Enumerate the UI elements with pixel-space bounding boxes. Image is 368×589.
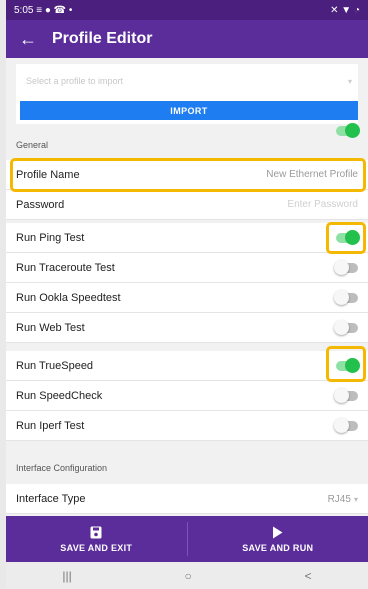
general-header-label: General: [16, 140, 49, 150]
toggle-row-truespeed[interactable]: Run TrueSpeed: [6, 351, 368, 381]
truespeed-toggle[interactable]: [336, 357, 360, 373]
dropdown-arrow-icon: ▾: [347, 76, 352, 86]
general-section-header: General: [6, 132, 368, 158]
ping-toggle[interactable]: [336, 229, 360, 245]
save-icon: [90, 525, 102, 539]
interface-header-label: Interface Configuration: [16, 463, 108, 473]
play-icon: [272, 525, 283, 539]
toggle-label: Run Traceroute Test: [16, 261, 115, 274]
toggle-row-speedcheck[interactable]: Run SpeedCheck: [6, 381, 368, 411]
dropdown-arrow-icon: ▾: [353, 494, 358, 504]
interface-type-label: Interface Type: [16, 492, 86, 505]
toggle-row-ookla[interactable]: Run Ookla Speedtest: [6, 283, 368, 313]
toggle-label: Run Ping Test: [16, 231, 85, 244]
toggle-row-traceroute[interactable]: Run Traceroute Test: [6, 253, 368, 283]
profile-name-label: Profile Name: [16, 168, 80, 181]
speedcheck-toggle[interactable]: [334, 387, 358, 403]
toggle-row-iperf[interactable]: Run Iperf Test: [6, 411, 368, 441]
back-arrow-icon[interactable]: ←: [6, 29, 50, 50]
save-and-exit-button[interactable]: SAVE AND EXIT: [6, 516, 187, 562]
password-label: Password: [16, 198, 65, 211]
status-notification-icons: ≡ ● ☎ •: [36, 4, 73, 16]
app-bar: ← Profile Editor: [6, 20, 368, 58]
status-left: 5:05 ≡ ● ☎ •: [14, 5, 72, 16]
profile-name-value[interactable]: New Ethernet Profile: [266, 169, 358, 180]
page-title: Profile Editor: [52, 30, 153, 47]
password-field[interactable]: Enter Password: [287, 199, 358, 210]
toggle-label: Run Ookla Speedtest: [16, 291, 121, 304]
interface-section-header: Interface Configuration: [6, 455, 368, 481]
back-icon[interactable]: <: [305, 569, 312, 583]
interface-type-value: RJ45: [327, 493, 351, 505]
toggle-label: Run TrueSpeed: [16, 359, 94, 372]
home-icon[interactable]: ○: [185, 569, 192, 583]
toggle-label: Run SpeedCheck: [16, 389, 103, 402]
import-select-placeholder: Select a profile to import: [26, 76, 124, 86]
import-card: Select a profile to import ▾ IMPORT: [16, 64, 358, 124]
toggle-row-ping[interactable]: Run Ping Test: [6, 223, 368, 253]
toggle-label: Run Iperf Test: [16, 419, 85, 432]
password-row[interactable]: Password Enter Password: [6, 190, 368, 220]
import-profile-select[interactable]: Select a profile to import ▾: [16, 64, 358, 98]
interface-type-select[interactable]: RJ45 ▾: [328, 493, 358, 505]
traceroute-toggle[interactable]: [334, 259, 358, 275]
profile-form: Select a profile to import ▾ IMPORT Gene…: [6, 58, 368, 516]
import-button[interactable]: IMPORT: [20, 101, 358, 120]
recents-icon[interactable]: |||: [62, 569, 71, 583]
interface-type-row[interactable]: Interface Type RJ45 ▾: [6, 484, 368, 514]
save-and-run-button[interactable]: SAVE AND RUN: [188, 516, 368, 562]
save-and-run-label: SAVE AND RUN: [242, 543, 314, 553]
status-bar: 5:05 ≡ ● ☎ • ✕ ▼ ◔: [6, 0, 368, 20]
bottom-action-bar: SAVE AND EXIT SAVE AND RUN: [6, 516, 368, 562]
system-nav-bar: ||| ○ <: [6, 562, 368, 589]
web-test-toggle[interactable]: [334, 319, 358, 335]
ookla-toggle[interactable]: [334, 289, 358, 305]
iperf-toggle[interactable]: [334, 417, 358, 433]
toggle-label: Run Web Test: [16, 321, 85, 334]
status-time: 5:05: [14, 4, 34, 16]
general-toggle[interactable]: [336, 123, 360, 138]
profile-name-row[interactable]: Profile Name New Ethernet Profile: [6, 160, 368, 190]
toggle-switch: [336, 123, 360, 138]
toggle-row-web[interactable]: Run Web Test: [6, 313, 368, 343]
save-and-exit-label: SAVE AND EXIT: [60, 543, 133, 553]
status-system-icons: ✕ ▼ ◔: [330, 4, 360, 16]
